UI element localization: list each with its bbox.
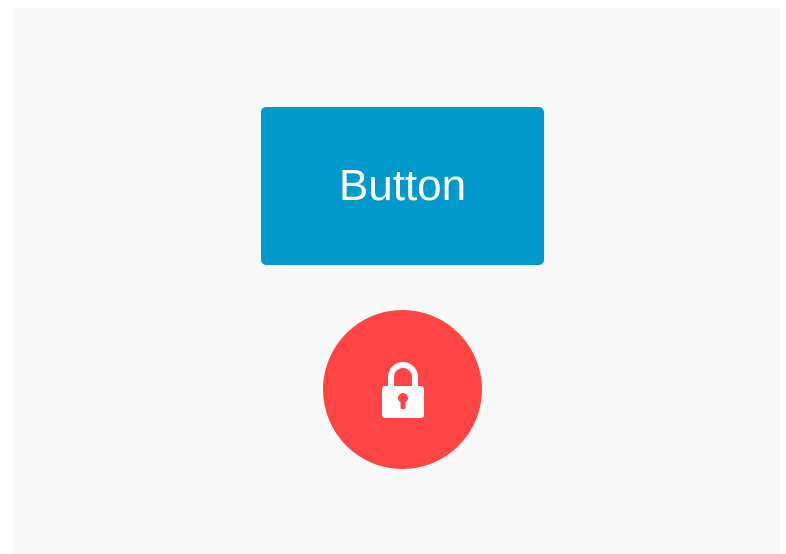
- lock-icon: [378, 360, 428, 420]
- app-canvas: Button: [14, 8, 780, 554]
- primary-button[interactable]: Button: [261, 107, 544, 265]
- lock-button[interactable]: [323, 310, 482, 469]
